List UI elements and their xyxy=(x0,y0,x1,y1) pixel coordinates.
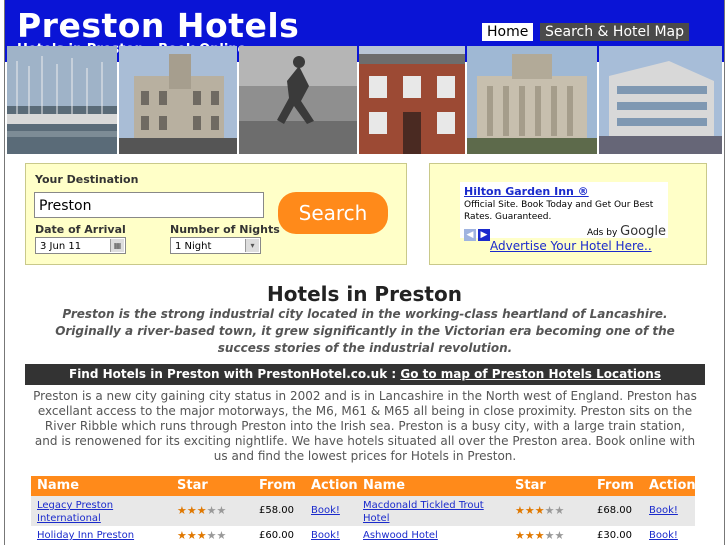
photo-town-hall xyxy=(119,46,237,154)
arrival-label: Date of Arrival xyxy=(35,223,126,236)
star-rating: ★★★★★ xyxy=(177,504,227,517)
col-from-left: From xyxy=(259,478,296,493)
photo-red-brick-hotel xyxy=(359,46,465,154)
hotel-price: £68.00 xyxy=(597,505,632,516)
page-frame: Preston Hotels Hotels in Preston - Book … xyxy=(4,0,725,545)
findbar-text: Find Hotels in Preston with PrestonHotel… xyxy=(69,367,397,381)
map-link[interactable]: Go to map of Preston Hotels Locations xyxy=(400,367,661,381)
advertise-hotel-link[interactable]: Advertise Your Hotel Here.. xyxy=(490,239,652,253)
ad-prev-icon[interactable]: ◀ xyxy=(464,229,476,241)
google-logo: Google xyxy=(620,224,666,239)
hotel-name-link[interactable]: Holiday Inn Preston xyxy=(37,530,134,541)
hotel-price: £30.00 xyxy=(597,530,632,541)
photo-strip xyxy=(7,46,722,154)
book-button[interactable]: Book! xyxy=(649,505,678,516)
star-rating: ★★★★★ xyxy=(515,529,565,542)
ads-by-google[interactable]: Ads by Google xyxy=(587,224,666,239)
nights-label: Number of Nights xyxy=(170,223,280,236)
arrival-date-select[interactable]: 3 Jun 11 ▦ xyxy=(35,237,126,254)
nights-select[interactable]: 1 Night ▾ xyxy=(170,237,261,254)
photo-modern-hotel xyxy=(599,46,722,154)
destination-input[interactable]: Preston xyxy=(34,192,264,218)
col-name-right: Name xyxy=(363,478,406,493)
search-panel: Your Destination Preston Search Date of … xyxy=(25,163,407,265)
star-rating: ★★★★★ xyxy=(515,504,565,517)
ad-panel: Hilton Garden Inn ® Official Site. Book … xyxy=(429,163,707,265)
col-star-right: Star xyxy=(515,478,546,493)
book-button[interactable]: Book! xyxy=(649,530,678,541)
book-button[interactable]: Book! xyxy=(311,530,340,541)
nights-value: 1 Night xyxy=(175,241,212,252)
table-header: Name Star From Action Name Star From Act… xyxy=(31,476,696,496)
photo-statue xyxy=(239,46,357,154)
ad-next-icon[interactable]: ▶ xyxy=(478,229,490,241)
destination-label: Your Destination xyxy=(35,173,139,186)
site-title[interactable]: Preston Hotels xyxy=(17,6,299,45)
book-button[interactable]: Book! xyxy=(311,505,340,516)
hotel-price: £60.00 xyxy=(259,530,294,541)
ads-by-label: Ads by xyxy=(586,228,618,238)
page-heading: Hotels in Preston xyxy=(267,282,462,306)
ad-text: Official Site. Book Today and Get Our Be… xyxy=(464,200,654,222)
arrival-date-value: 3 Jun 11 xyxy=(40,241,82,252)
col-star-left: Star xyxy=(177,478,208,493)
star-rating: ★★★★★ xyxy=(177,529,227,542)
col-from-right: From xyxy=(597,478,634,493)
table-row: Legacy Preston International ★★★★★ £58.0… xyxy=(31,496,695,526)
ad-nav: ◀ ▶ xyxy=(464,222,492,241)
photo-marina xyxy=(7,46,117,154)
table-row: Holiday Inn Preston ★★★★★ £60.00 Book! A… xyxy=(31,527,695,545)
search-button[interactable]: Search xyxy=(278,192,388,234)
col-action-right: Action xyxy=(649,478,696,493)
nav-home-button[interactable]: Home xyxy=(482,23,534,41)
description-text: Preston is a new city gaining city statu… xyxy=(33,389,697,463)
chevron-down-icon[interactable]: ▾ xyxy=(245,239,259,252)
ad-title-link[interactable]: Hilton Garden Inn ® xyxy=(464,185,589,198)
calendar-icon[interactable]: ▦ xyxy=(110,239,124,252)
hotel-name-link[interactable]: Ashwood Hotel xyxy=(363,530,438,541)
col-action-left: Action xyxy=(311,478,358,493)
photo-museum xyxy=(467,46,597,154)
hotel-price: £58.00 xyxy=(259,505,294,516)
hotel-name-link[interactable]: Legacy Preston International xyxy=(37,499,147,525)
nav-search-map-button[interactable]: Search & Hotel Map xyxy=(540,23,689,41)
col-name-left: Name xyxy=(37,478,80,493)
intro-text: Preston is the strong industrial city lo… xyxy=(55,307,675,355)
hotel-name-link[interactable]: Macdonald Tickled Trout Hotel xyxy=(363,499,493,525)
find-hotels-bar: Find Hotels in Preston with PrestonHotel… xyxy=(25,364,705,385)
google-ad: Hilton Garden Inn ® Official Site. Book … xyxy=(460,182,668,241)
